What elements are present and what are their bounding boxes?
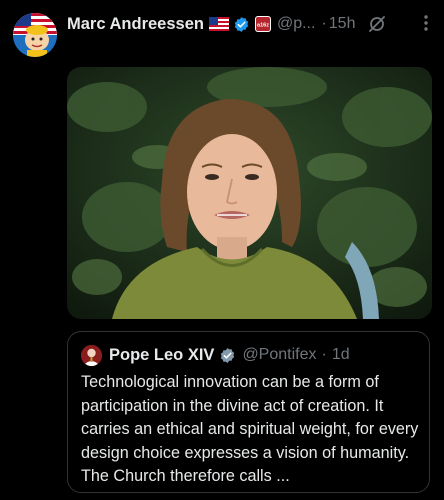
separator-dot: · [321, 346, 327, 363]
quoted-author-name[interactable]: Pope Leo XIV [109, 346, 214, 365]
post-header: Marc Andreessen a16z @p... · 15h [67, 12, 434, 36]
post-media-image[interactable] [67, 67, 432, 319]
quoted-author-avatar[interactable] [81, 344, 102, 366]
verified-badge-icon[interactable] [233, 16, 250, 33]
quoted-post-header: Pope Leo XIV @Pontifex · 1d [81, 344, 350, 366]
author-handle[interactable]: @p... [277, 15, 315, 33]
grok-icon[interactable] [367, 14, 387, 34]
author-name[interactable]: Marc Andreessen [67, 15, 204, 34]
post-time[interactable]: 15h [329, 15, 356, 33]
quoted-post-text: Technological innovation can be a form o… [81, 373, 419, 486]
verified-badge-icon[interactable] [219, 347, 236, 364]
separator-dot: · [321, 15, 327, 32]
quoted-author-handle[interactable]: @Pontifex [242, 346, 316, 364]
us-flag-icon [208, 17, 229, 31]
quoted-post-card[interactable]: Pope Leo XIV @Pontifex · 1d Technologica… [67, 331, 430, 493]
quoted-post-time[interactable]: 1d [332, 346, 350, 364]
more-options-icon[interactable] [424, 14, 428, 32]
affiliation-badge-icon[interactable]: a16z [254, 16, 271, 32]
svg-text:a16z: a16z [257, 23, 269, 29]
author-avatar[interactable] [13, 13, 57, 57]
